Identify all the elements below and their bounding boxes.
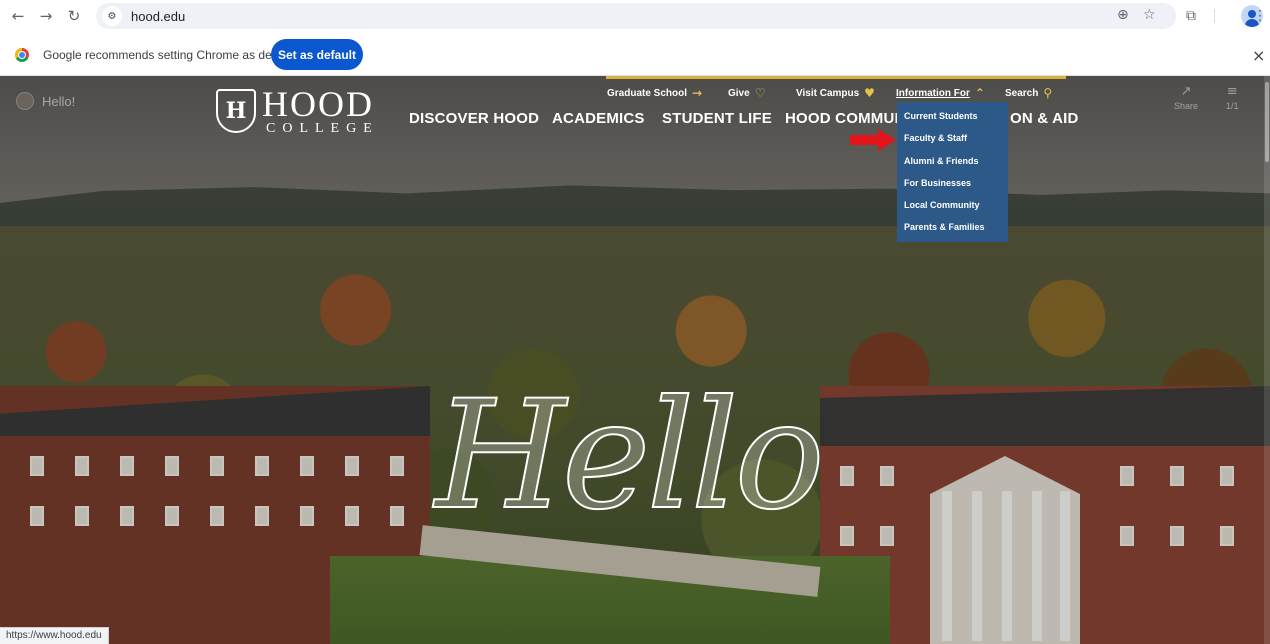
set-as-default-button[interactable]: Set as default: [271, 39, 363, 70]
heart-circle-icon: ♡: [754, 86, 766, 100]
utility-search[interactable]: Search ⚲: [1005, 86, 1052, 100]
browser-toolbar: ← → ↻ ⚙ hood.edu ⊕ ☆ ⧉ ⋮: [0, 0, 1270, 32]
search-icon: ⚲: [1043, 86, 1053, 100]
dropdown-for-businesses[interactable]: For Businesses: [904, 178, 971, 188]
star-icon[interactable]: ☆: [1143, 7, 1156, 23]
red-pointer-arrow-icon: [850, 129, 898, 151]
dropdown-parents-families[interactable]: Parents & Families: [904, 222, 985, 232]
chrome-logo-icon: [15, 48, 29, 62]
utility-give[interactable]: Give ♡: [728, 86, 765, 100]
list-icon: ≡: [1226, 84, 1238, 99]
puzzle-icon[interactable]: ⧉: [1180, 5, 1202, 27]
arrow-circle-icon: →: [692, 86, 703, 100]
address-bar[interactable]: ⚙ hood.edu: [96, 3, 1176, 29]
kebab-menu-icon[interactable]: ⋮: [1249, 5, 1270, 27]
page-scrollbar[interactable]: [1264, 76, 1270, 644]
map-pin-icon: ♥: [864, 86, 875, 100]
hello-widget[interactable]: Hello!: [16, 92, 75, 110]
toolbar-separator: [1214, 9, 1215, 23]
close-icon[interactable]: ×: [1252, 46, 1265, 65]
back-icon[interactable]: ←: [8, 6, 28, 26]
forward-icon[interactable]: →: [36, 6, 56, 26]
information-for-dropdown: Current Students Faculty & Staff Alumni …: [897, 102, 1008, 242]
hood-shield-icon: H: [216, 89, 256, 133]
dropdown-alumni-friends[interactable]: Alumni & Friends: [904, 156, 979, 166]
logo-subtitle: COLLEGE: [266, 121, 379, 136]
logo-name: HOOD: [262, 84, 374, 124]
default-browser-infobar: Google recommends setting Chrome as defa…: [0, 36, 1270, 76]
zoom-icon[interactable]: ⊕: [1117, 7, 1129, 23]
slide-counter[interactable]: ≡ 1/1: [1226, 84, 1239, 111]
utility-visit-campus[interactable]: Visit Campus ♥: [796, 86, 875, 100]
url-text[interactable]: hood.edu: [131, 9, 185, 24]
dropdown-faculty-staff[interactable]: Faculty & Staff: [904, 133, 967, 143]
nav-student-life[interactable]: STUDENT LIFE: [662, 110, 772, 127]
hood-college-logo[interactable]: H HOOD COLLEGE: [216, 86, 379, 136]
hero-hello-text: Hello: [434, 369, 826, 543]
hello-label: Hello!: [42, 93, 76, 109]
utility-nav-accent: [606, 76, 1066, 79]
reload-icon[interactable]: ↻: [64, 6, 84, 26]
nav-academics[interactable]: ACADEMICS: [552, 110, 645, 127]
share-button[interactable]: ↗ Share: [1174, 84, 1198, 111]
nav-discover-hood[interactable]: DISCOVER HOOD: [409, 110, 539, 127]
share-icon: ↗: [1180, 84, 1192, 99]
nav-admission-aid[interactable]: ON & AID: [1010, 110, 1079, 127]
nav-hood-community[interactable]: HOOD COMMUNI: [785, 110, 897, 127]
site-info-icon[interactable]: ⚙: [102, 6, 122, 26]
infobar-message: Google recommends setting Chrome as defa…: [43, 48, 295, 62]
chevron-up-icon: ⌃: [974, 86, 985, 100]
dropdown-local-community[interactable]: Local Community: [904, 200, 980, 210]
status-url: https://www.hood.edu: [0, 627, 109, 644]
utility-information-for[interactable]: Information For ⌃: [896, 86, 985, 100]
dropdown-current-students[interactable]: Current Students: [904, 111, 978, 121]
utility-graduate-school[interactable]: Graduate School →: [607, 86, 702, 100]
hello-avatar: [16, 92, 34, 110]
hood-homepage: Hello Hello! H HOOD COLLEGE Graduate Sch…: [0, 76, 1270, 644]
